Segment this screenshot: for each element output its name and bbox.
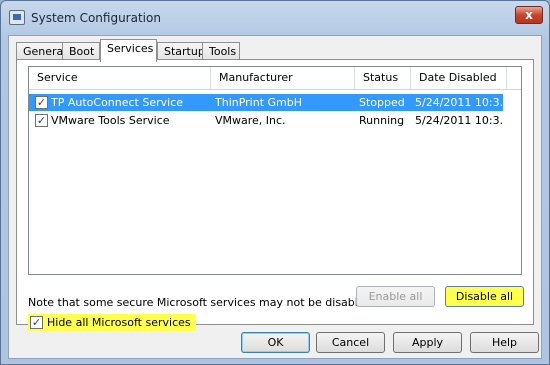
system-configuration-window: System Configuration x General Boot Serv… [0, 0, 550, 365]
column-header-status[interactable]: Status [355, 67, 411, 89]
services-list[interactable]: Service Manufacturer Status Date Disable… [28, 66, 522, 275]
apply-button[interactable]: Apply [393, 332, 462, 353]
enable-all-button[interactable]: Enable all [356, 286, 435, 307]
service-checkbox[interactable]: ✓ [35, 96, 48, 109]
column-header-date-disabled[interactable]: Date Disabled [411, 67, 507, 89]
disable-all-button[interactable]: Disable all [445, 286, 524, 307]
dialog-body: General Boot Services Startup Tools Serv… [8, 35, 542, 359]
service-status: Running [359, 114, 405, 127]
table-row[interactable]: ✓ VMware Tools Service VMware, Inc. Runn… [29, 112, 503, 129]
window-title: System Configuration [31, 11, 161, 25]
secure-services-note: Note that some secure Microsoft services… [28, 296, 376, 309]
services-tab-panel: Service Manufacturer Status Date Disable… [16, 59, 534, 331]
service-status: Stopped [359, 96, 405, 109]
list-header: Service Manufacturer Status Date Disable… [29, 67, 521, 90]
service-name: VMware Tools Service [51, 114, 170, 127]
ok-button[interactable]: OK [241, 332, 310, 353]
msconfig-app-icon [9, 10, 25, 25]
cancel-button[interactable]: Cancel [316, 332, 385, 353]
service-date-disabled: 5/24/2011 10:3... [415, 96, 503, 109]
service-manufacturer: VMware, Inc. [215, 114, 286, 127]
table-row[interactable]: ✓ TP AutoConnect Service ThinPrint GmbH … [29, 94, 503, 111]
column-header-service[interactable]: Service [29, 67, 211, 89]
close-button[interactable]: x [515, 6, 543, 24]
hide-microsoft-services-label: Hide all Microsoft services [47, 316, 191, 329]
service-manufacturer: ThinPrint GmbH [215, 96, 303, 109]
service-date-disabled: 5/24/2011 10:3... [415, 114, 503, 127]
column-header-manufacturer[interactable]: Manufacturer [211, 67, 355, 89]
service-name: TP AutoConnect Service [51, 96, 184, 109]
hide-microsoft-services-checkbox[interactable]: ✓ Hide all Microsoft services [28, 314, 196, 331]
title-bar[interactable]: System Configuration x [1, 1, 549, 35]
hide-microsoft-services-check[interactable]: ✓ [30, 316, 43, 329]
service-checkbox[interactable]: ✓ [35, 114, 48, 127]
tab-services[interactable]: Services [100, 39, 157, 62]
help-button[interactable]: Help [470, 332, 539, 353]
